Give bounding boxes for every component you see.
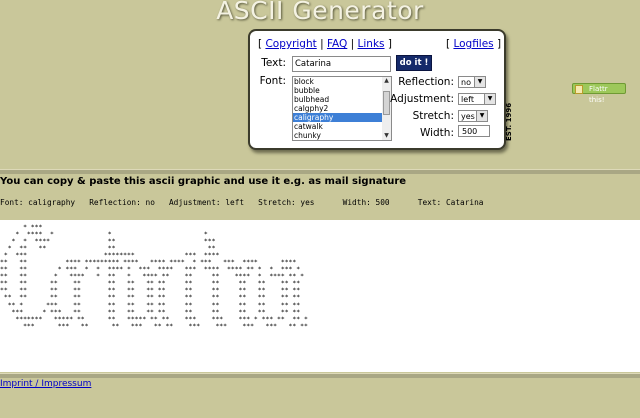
scroll-thumb[interactable]	[383, 91, 390, 115]
font-option[interactable]: calgphy2	[293, 104, 383, 113]
width-label: Width:	[419, 127, 454, 139]
adjustment-label: Adjustment:	[390, 93, 454, 105]
nav-bracket: ]	[384, 38, 392, 50]
dropdown-arrow-icon: ▼	[474, 77, 485, 87]
font-listbox[interactable]: block bubble bulbhead calgphy2 caligraph…	[292, 76, 384, 141]
imprint-link[interactable]: Imprint / Impressum	[0, 379, 91, 389]
stretch-select[interactable]: yes ▼	[458, 110, 488, 122]
font-option[interactable]: block	[293, 77, 383, 86]
settings-summary: Font: caligraphy Reflection: no Adjustme…	[0, 198, 484, 207]
stretch-value: yes	[461, 112, 475, 121]
links-link[interactable]: Links	[358, 38, 385, 50]
site-title: ASCII Generator	[216, 0, 424, 25]
top-nav-links: [ Copyright | FAQ | Links ]	[258, 38, 392, 50]
font-label: Font:	[259, 75, 286, 87]
flattr-button[interactable]: Flattr this!	[572, 83, 626, 104]
stretch-label: Stretch:	[412, 110, 454, 122]
est-1996-label: EST. 1996	[505, 102, 513, 141]
ascii-output-area: * *** * **** * * * * * **** ** *** * ** …	[0, 220, 640, 372]
generator-form: [ Copyright | FAQ | Links ] [ Logfiles ]…	[248, 29, 506, 150]
adjustment-value: left	[461, 95, 474, 104]
dropdown-arrow-icon: ▼	[484, 94, 495, 104]
width-input[interactable]: 500	[458, 125, 490, 137]
flattr-label: Flattr this!	[589, 85, 608, 104]
font-option[interactable]: chunky	[293, 131, 383, 140]
reflection-select[interactable]: no ▼	[458, 76, 486, 88]
faq-link[interactable]: FAQ	[327, 38, 347, 50]
ascii-art-output: * *** * **** * * * * * **** ** *** * ** …	[0, 223, 308, 330]
font-option-selected[interactable]: caligraphy	[293, 113, 383, 122]
font-option[interactable]: catwalk	[293, 122, 383, 131]
adjustment-select[interactable]: left ▼	[458, 93, 496, 105]
copy-note: You can copy & paste this ascii graphic …	[0, 176, 407, 187]
font-option[interactable]: bubble	[293, 86, 383, 95]
reflection-label: Reflection:	[398, 76, 454, 88]
text-label: Text:	[261, 57, 286, 69]
footer-divider	[0, 373, 640, 378]
logfiles-link[interactable]: Logfiles	[453, 38, 493, 50]
nav-bracket: ]	[493, 38, 502, 50]
logfiles-nav: [ Logfiles ]	[446, 38, 501, 50]
reflection-value: no	[461, 78, 471, 87]
text-input[interactable]: Catarina	[292, 56, 391, 72]
font-option[interactable]: bulbhead	[293, 95, 383, 104]
nav-separator: |	[316, 38, 327, 50]
copyright-link[interactable]: Copyright	[265, 38, 316, 50]
do-it-button[interactable]: do it !	[396, 55, 432, 71]
flattr-icon	[575, 85, 583, 94]
dropdown-arrow-icon: ▼	[476, 111, 487, 121]
nav-separator: |	[347, 38, 358, 50]
section-divider	[0, 169, 640, 174]
